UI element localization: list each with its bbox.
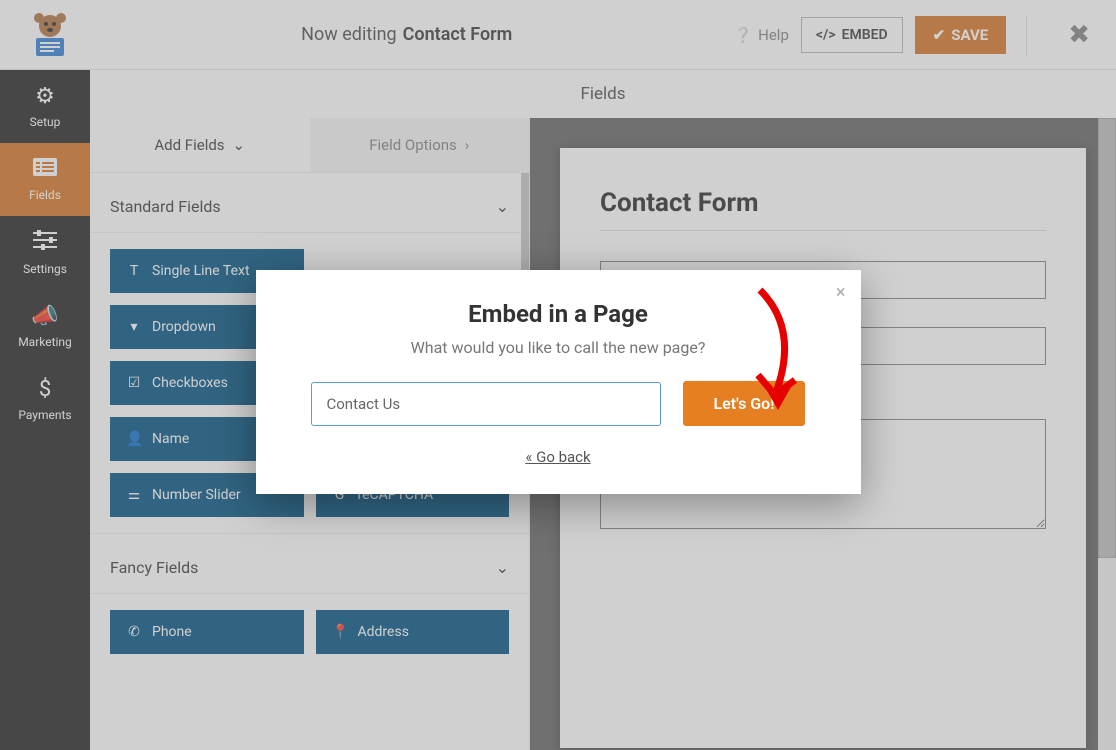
page-name-input[interactable] — [311, 382, 661, 426]
modal-subtitle: What would you like to call the new page… — [286, 338, 831, 357]
embed-modal: × Embed in a Page What would you like to… — [256, 270, 861, 494]
lets-go-button[interactable]: Let's Go! — [683, 381, 804, 426]
modal-overlay: × Embed in a Page What would you like to… — [0, 0, 1116, 750]
go-back-link[interactable]: « Go back — [286, 448, 831, 466]
modal-close-button[interactable]: × — [836, 282, 846, 303]
modal-title: Embed in a Page — [286, 300, 831, 328]
